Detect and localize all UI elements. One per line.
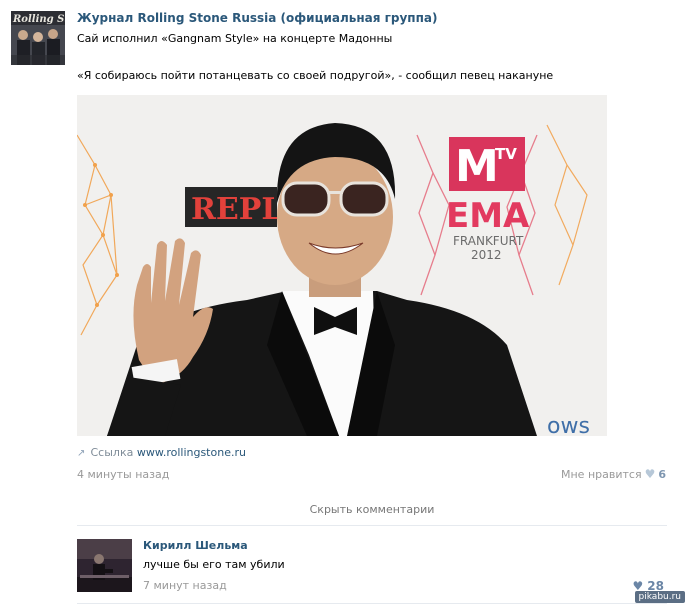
comment-text: лучше бы его там убили [143,558,285,571]
group-avatar-image: Rolling Stone [11,11,65,65]
hide-comments-link[interactable]: Скрыть комментарии [77,503,667,516]
backdrop-ows: ows [547,414,590,436]
comment-timestamp[interactable]: 7 минут назад [143,579,227,592]
backdrop-mtv-tv: TV [495,145,517,163]
link-arrow-icon: ↗ [77,448,86,459]
watermark: pikabu.ru [634,591,685,603]
heart-icon: ♥ [644,467,656,481]
backdrop-city: FRANKFURT [453,234,524,248]
link-label: Ссылка [90,446,134,459]
post-like-button[interactable]: Мне нравится ♥ 6 [561,468,666,481]
group-avatar[interactable]: Rolling Stone [11,11,65,65]
comment-bottom-divider [77,603,667,604]
comment-author-avatar[interactable] [77,539,132,592]
post-text: Сай исполнил «Gangnam Style» на концерте… [77,32,393,45]
comment-author-link[interactable]: Кирилл Шельма [143,539,248,552]
post-author-link[interactable]: Журнал Rolling Stone Russia (официальная… [77,11,437,25]
photo-image: REPL M TV EMA FRANKFURT 2012 ows [77,95,607,436]
post-quote: «Я собираюсь пойти потанцевать со своей … [77,69,554,82]
comments-divider [77,525,667,526]
like-label: Мне нравится [561,468,642,481]
backdrop-ema: EMA [446,196,530,236]
link-url[interactable]: www.rollingstone.ru [137,446,246,459]
backdrop-repl-text: REPL [191,192,282,227]
post-photo[interactable]: REPL M TV EMA FRANKFURT 2012 ows [77,95,607,436]
like-count: 6 [658,468,666,481]
backdrop-mtv-m: M [455,141,499,192]
post-timestamp[interactable]: 4 минуты назад [77,468,169,481]
avatar-logo-text: Rolling Stone [12,14,65,25]
backdrop-year: 2012 [471,248,502,262]
comment-avatar-image [77,539,132,592]
post-link-row: ↗ Ссылка www.rollingstone.ru [77,446,246,459]
